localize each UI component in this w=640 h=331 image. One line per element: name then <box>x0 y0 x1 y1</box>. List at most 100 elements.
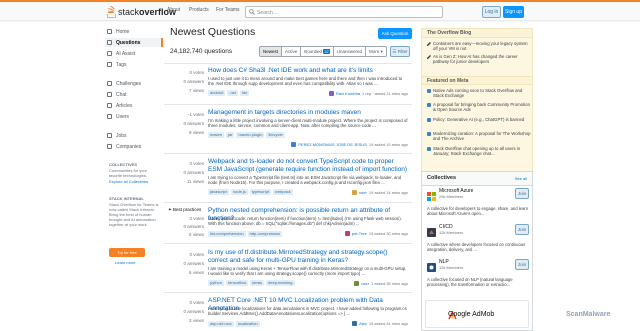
questions-icon <box>107 40 112 45</box>
tag[interactable]: webpack <box>272 189 293 195</box>
nav-tags[interactable]: Tags <box>107 60 127 69</box>
bounty-count-badge: 22 <box>323 49 330 54</box>
tag[interactable]: list-comprehension <box>208 231 246 237</box>
user-link[interactable]: Alex <box>359 321 367 326</box>
blog-item[interactable]: As is Gen Z: How AI has changed the care… <box>427 54 531 64</box>
try-free-button[interactable]: Try for free <box>109 248 145 257</box>
signup-button[interactable]: Sign up <box>503 6 524 18</box>
user-link[interactable]: PEREZ MONSIVAIS JOSE DE JESUS <box>298 142 367 147</box>
tag[interactable]: maven-plugin <box>236 132 265 138</box>
question-title[interactable]: Webpack and ts-loader do not convert Typ… <box>208 158 408 174</box>
nav-users[interactable]: Users <box>107 112 129 121</box>
nav-home[interactable]: Home <box>107 27 129 36</box>
tab-newest[interactable]: Newest <box>260 47 283 56</box>
asked-time: 1 rep · asked 11 mins ago <box>362 91 408 96</box>
avatar[interactable] <box>344 231 350 236</box>
nav-companies-label: Companies <box>116 143 142 150</box>
nav-articles[interactable]: Articles <box>107 101 132 110</box>
collective-members: 12k Members <box>439 265 464 270</box>
meta-item-text: Policy: Generative AI (e.g., ChatGPT) is… <box>433 117 525 122</box>
tab-unanswered[interactable]: Unanswered <box>334 47 367 56</box>
home-icon <box>107 29 112 34</box>
nav-chat-label: Chat <box>116 91 127 98</box>
tag[interactable]: .net <box>227 90 239 96</box>
meta-item[interactable]: Modernizing curation: A proposal for The… <box>427 131 531 141</box>
user-link[interactable]: user <box>361 281 369 286</box>
collectives-widget-heading: Collectives See all <box>422 172 532 186</box>
tag[interactable]: localization <box>235 321 260 327</box>
login-button[interactable]: Log in <box>482 6 501 18</box>
nav-challenges[interactable]: Challenges <box>107 79 141 88</box>
tag[interactable]: javascript <box>208 189 229 195</box>
meta-item[interactable]: Native Ads coming soon to Stack Overflow… <box>427 88 531 98</box>
nav-ai-assist[interactable]: AI Assist <box>107 49 135 58</box>
question-title[interactable]: Is my use of tf.distribute.MirroredStrat… <box>208 249 408 265</box>
tab-bountied-label: Bountied <box>304 49 323 54</box>
avatar[interactable] <box>291 142 297 147</box>
join-button[interactable]: Join <box>515 188 529 199</box>
meta-item-text: A proposal for bringing back Community P… <box>433 102 530 113</box>
nav-companies[interactable]: Companies <box>107 142 141 151</box>
avatar[interactable] <box>352 190 358 195</box>
blog-item[interactable]: Containers are easy—moving your legacy s… <box>427 41 531 51</box>
tag[interactable]: asp.net-mvc <box>208 321 234 327</box>
meta-item[interactable]: A proposal for bringing back Community P… <box>427 102 531 112</box>
tab-more[interactable]: More ▾ <box>366 47 386 56</box>
question-views: 7 views <box>188 88 204 93</box>
divider <box>164 104 412 105</box>
tag[interactable]: node.js <box>230 189 248 195</box>
avatar[interactable] <box>354 281 360 286</box>
tag[interactable]: lifecycle <box>266 132 285 138</box>
divider <box>164 153 412 154</box>
best-practices-label: Best practices <box>173 207 202 212</box>
nav-questions-label: Questions <box>116 39 141 46</box>
tag[interactable]: deep-learning <box>266 280 295 286</box>
tab-active[interactable]: Active <box>282 47 302 56</box>
tag[interactable]: maven <box>208 132 225 138</box>
question-title[interactable]: Management in targets directories in mod… <box>208 109 408 117</box>
learn-more-link[interactable]: Learn more <box>115 260 135 265</box>
explore-collectives-link[interactable]: Explore all Collectives <box>109 179 161 184</box>
nav-chat[interactable]: Chat <box>107 90 127 99</box>
nav-questions[interactable]: Questions <box>105 38 163 47</box>
avatar[interactable] <box>352 321 358 326</box>
tag[interactable]: jar <box>226 132 235 138</box>
meta-item-text: Modernizing curation: A proposal for The… <box>433 131 531 142</box>
meta-item[interactable]: Policy: Generative AI (e.g., ChatGPT) is… <box>427 117 531 122</box>
stackoverflow-logo[interactable]: stack overflow <box>107 5 176 18</box>
tag[interactable]: python <box>208 280 225 286</box>
tag[interactable]: typescript <box>249 189 271 195</box>
top-bar: stack overflow About Products For Teams S… <box>0 0 640 20</box>
see-all-link[interactable]: See all <box>515 172 527 185</box>
filter-button[interactable]: ☰ Filter <box>390 46 410 57</box>
search-input[interactable]: Search… <box>245 6 443 18</box>
tag[interactable]: tensorflow <box>226 280 249 286</box>
admob-advertisement[interactable]: Google AdMob <box>425 300 529 328</box>
tag[interactable]: http-compression <box>247 231 283 237</box>
nav-about[interactable]: About <box>167 7 180 13</box>
avatar[interactable] <box>329 91 335 96</box>
user-link[interactable]: user <box>359 190 367 195</box>
user-link[interactable]: Ravi Kumbha <box>336 91 360 96</box>
tag[interactable]: keras <box>250 280 265 286</box>
nav-products[interactable]: Products <box>189 7 209 13</box>
nav-for-teams[interactable]: For Teams <box>216 7 240 13</box>
meta-item[interactable]: Stack Overflow chat opening up to all us… <box>427 146 531 156</box>
featured-meta-heading: Featured on Meta <box>422 76 532 85</box>
ad-text: Google AdMob <box>448 311 495 318</box>
tab-bountied[interactable]: Bountied 22 <box>301 47 334 56</box>
tag[interactable]: android <box>208 90 226 96</box>
chat-bubble-icon <box>427 89 431 93</box>
nav-jobs[interactable]: Jobs <box>107 131 127 140</box>
cicd-logo-icon <box>427 224 436 237</box>
join-button[interactable]: Join <box>515 224 529 235</box>
divider <box>164 243 412 244</box>
question-title[interactable]: How does C# Sha3l .Net IDE work and what… <box>208 67 408 75</box>
ask-question-button[interactable]: Ask Question <box>378 28 412 39</box>
chat-bubble-icon <box>427 103 431 107</box>
join-button[interactable]: Join <box>515 259 529 270</box>
tag[interactable]: ide <box>240 90 250 96</box>
user-link[interactable]: pet-Tree <box>352 231 367 236</box>
question-tags: asp.net-mvc localization <box>208 321 260 327</box>
collective-members: 29k Members <box>439 194 464 199</box>
